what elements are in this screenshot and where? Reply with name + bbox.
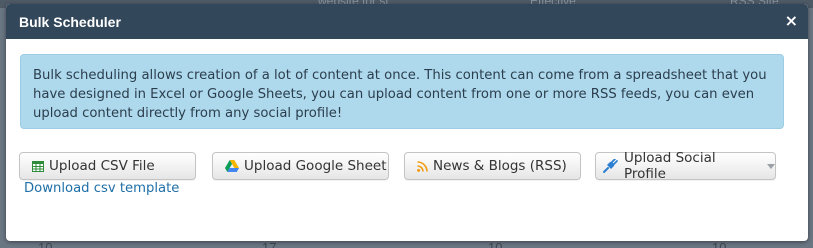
- bulk-scheduler-modal: Bulk Scheduler × Bulk scheduling allows …: [6, 4, 808, 241]
- upload-google-sheet-label: Upload Google Sheet: [244, 158, 387, 174]
- spreadsheet-icon: [32, 160, 44, 172]
- plug-icon: [603, 159, 619, 173]
- upload-google-sheet-button[interactable]: Upload Google Sheet: [212, 152, 389, 180]
- modal-title: Bulk Scheduler: [19, 14, 121, 30]
- background-text: 10: [38, 240, 53, 248]
- news-blogs-rss-label: News & Blogs (RSS): [433, 158, 567, 174]
- info-alert: Bulk scheduling allows creation of a lot…: [20, 54, 784, 129]
- modal-header: Bulk Scheduler ×: [6, 4, 808, 39]
- news-blogs-rss-button[interactable]: News & Blogs (RSS): [404, 152, 581, 180]
- background-text: 10: [712, 240, 727, 248]
- chevron-down-icon: [767, 164, 775, 169]
- upload-csv-button[interactable]: Upload CSV File: [19, 152, 196, 180]
- background-text: 10: [488, 240, 503, 248]
- download-csv-template-link[interactable]: Download csv template: [24, 181, 179, 196]
- close-icon[interactable]: ×: [785, 11, 798, 30]
- upload-social-profile-label: Upload Social Profile: [624, 150, 716, 182]
- google-drive-icon: [225, 160, 239, 172]
- upload-social-profile-button[interactable]: Upload Social Profile: [595, 150, 776, 182]
- upload-csv-label: Upload CSV File: [49, 158, 155, 174]
- background-text: 17: [262, 240, 277, 248]
- rss-icon: [417, 160, 428, 172]
